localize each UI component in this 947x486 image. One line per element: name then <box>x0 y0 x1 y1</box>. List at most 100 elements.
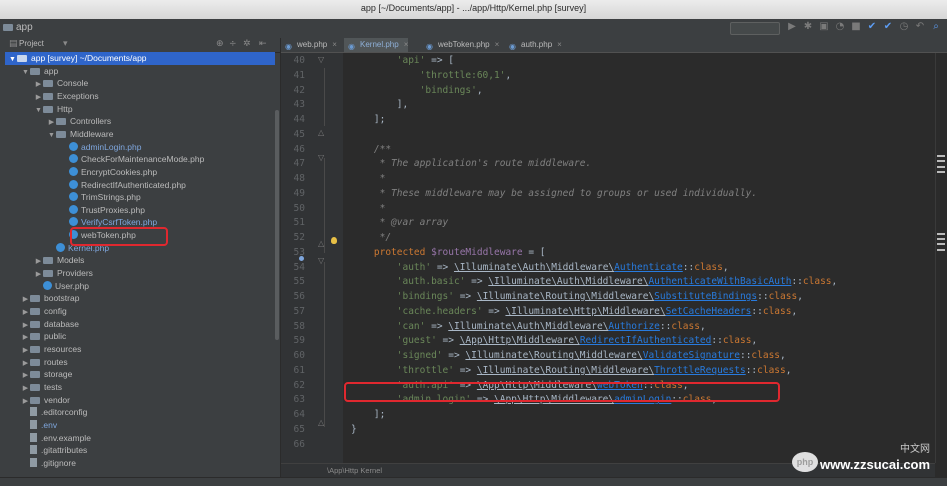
code-line[interactable]: 'cache.headers' => \Illuminate\Http\Midd… <box>351 305 797 320</box>
fold-marker-icon[interactable]: △ <box>318 418 324 427</box>
hide-icon[interactable]: ⇤ <box>259 39 267 49</box>
nav-crumb-app[interactable]: app <box>3 22 33 33</box>
gear-icon[interactable]: ✲ <box>243 39 251 49</box>
run-icon[interactable]: ▶ <box>786 21 798 33</box>
tree-item[interactable]: ▶ vendor <box>5 394 275 407</box>
revert-icon[interactable]: ↶ <box>914 21 926 33</box>
code-line[interactable]: 'bindings', <box>351 84 483 99</box>
override-marker-icon[interactable] <box>299 256 304 261</box>
close-icon[interactable]: × <box>495 40 500 49</box>
sidebar-scrollbar[interactable] <box>275 110 279 340</box>
tree-item[interactable]: ▼ Http <box>5 103 275 116</box>
fold-marker-icon[interactable]: ▽ <box>318 153 324 162</box>
tree-item[interactable]: ▶ public <box>5 330 275 343</box>
tree-item[interactable]: ▶ bootstrap <box>5 292 275 305</box>
stripe-mark[interactable] <box>937 238 945 240</box>
tree-item[interactable]: .env <box>5 419 275 432</box>
close-icon[interactable]: × <box>332 40 337 49</box>
stripe-mark[interactable] <box>937 166 945 168</box>
stripe-mark[interactable] <box>937 233 945 235</box>
intention-bulb-icon[interactable] <box>331 237 337 244</box>
profile-icon[interactable]: ◔ <box>834 21 846 33</box>
tree-item[interactable]: ▶ Console <box>5 77 275 90</box>
tab-kernel[interactable]: ◉ Kernel.php × <box>344 38 409 52</box>
tree-item[interactable]: .env.example <box>5 432 275 445</box>
tree-item[interactable]: User.php <box>5 280 275 293</box>
fold-marker-icon[interactable]: ▽ <box>318 256 324 265</box>
tree-item[interactable]: ▶ resources <box>5 343 275 356</box>
code-line[interactable]: */ <box>351 231 391 246</box>
tree-item[interactable]: TrustProxies.php <box>5 204 275 217</box>
tree-item[interactable]: adminLogin.php <box>5 141 275 154</box>
stripe-mark[interactable] <box>937 160 945 162</box>
tab-webtoken[interactable]: ◉ webToken.php × <box>422 38 499 52</box>
tree-item[interactable]: .editorconfig <box>5 406 275 419</box>
code-line[interactable]: ], <box>351 98 408 113</box>
stripe-mark[interactable] <box>937 249 945 251</box>
close-icon[interactable]: × <box>557 40 562 49</box>
vcs-commit-icon[interactable]: ✔ <box>882 21 894 33</box>
stop-icon[interactable]: ■ <box>850 21 862 33</box>
stripe-mark[interactable] <box>937 171 945 173</box>
tab-web[interactable]: ◉ web.php × <box>281 38 337 52</box>
search-everywhere-icon[interactable]: ⌕ <box>930 21 942 33</box>
tree-item[interactable]: ▶ Controllers <box>5 115 275 128</box>
code-line[interactable]: * The application's route middleware. <box>351 157 592 172</box>
code-line[interactable]: 'throttle:60,1', <box>351 69 512 84</box>
code-line[interactable]: 'throttle' => \Illuminate\Routing\Middle… <box>351 364 792 379</box>
tree-item[interactable]: ▶ database <box>5 318 275 331</box>
fold-marker-icon[interactable]: △ <box>318 239 324 248</box>
tree-item[interactable]: ▶ Providers <box>5 267 275 280</box>
run-configuration-select[interactable] <box>730 22 780 35</box>
collapse-icon[interactable]: ÷ <box>229 39 237 49</box>
fold-marker-icon[interactable]: ▽ <box>318 55 324 64</box>
coverage-icon[interactable]: ▣ <box>818 21 830 33</box>
code-line[interactable]: * These middleware may be assigned to gr… <box>351 187 758 202</box>
code-line[interactable]: } <box>351 423 357 438</box>
code-line[interactable]: * <box>351 202 386 217</box>
tree-item[interactable]: ▶ storage <box>5 368 275 381</box>
chevron-down-icon[interactable]: ▾ <box>63 39 68 49</box>
tree-item[interactable]: ▶ Models <box>5 254 275 267</box>
code-line[interactable]: 'auth.basic' => \Illuminate\Auth\Middlew… <box>351 275 837 290</box>
tree-item[interactable]: ▶ config <box>5 305 275 318</box>
tab-auth[interactable]: ◉ auth.php × <box>505 38 562 52</box>
breadcrumb-path[interactable]: \App\Http Kernel <box>327 466 382 475</box>
tree-item[interactable]: ▼ app <box>5 65 275 78</box>
code-line[interactable]: 'bindings' => \Illuminate\Routing\Middle… <box>351 290 803 305</box>
tree-item[interactable]: ▼ app [survey] ~/Documents/app <box>5 52 275 65</box>
tree-item[interactable]: ▶ routes <box>5 356 275 369</box>
stripe-mark[interactable] <box>937 243 945 245</box>
tree-item[interactable]: .gitattributes <box>5 444 275 457</box>
code-line[interactable]: 'api' => [ <box>351 54 454 69</box>
project-panel-title[interactable]: Project <box>19 39 44 48</box>
debug-icon[interactable]: ✱ <box>802 21 814 33</box>
code-line[interactable]: ]; <box>351 408 385 423</box>
tree-item[interactable]: CheckForMaintenanceMode.php <box>5 153 275 166</box>
stripe-mark[interactable] <box>937 155 945 157</box>
fold-marker-icon[interactable]: △ <box>318 128 324 137</box>
close-icon[interactable]: × <box>404 40 409 49</box>
code-line[interactable]: 'auth' => \Illuminate\Auth\Middleware\Au… <box>351 261 729 276</box>
code-line[interactable]: * @var array <box>351 216 449 231</box>
code-line[interactable]: 'signed' => \Illuminate\Routing\Middlewa… <box>351 349 786 364</box>
tree-item[interactable]: EncryptCookies.php <box>5 166 275 179</box>
code-line[interactable]: /** <box>351 143 391 158</box>
code-line[interactable]: protected $routeMiddleware = [ <box>351 246 546 261</box>
history-icon[interactable]: ◷ <box>898 21 910 33</box>
tree-item[interactable]: .gitignore <box>5 457 275 470</box>
error-stripe[interactable] <box>935 53 947 463</box>
tree-item[interactable]: ▶ Exceptions <box>5 90 275 103</box>
code-line[interactable]: * <box>351 172 386 187</box>
code-line[interactable]: ]; <box>351 113 385 128</box>
tree-item[interactable]: RedirectIfAuthenticated.php <box>5 179 275 192</box>
code-line[interactable]: 'can' => \Illuminate\Auth\Middleware\Aut… <box>351 320 706 335</box>
project-panel-header: ▤ Project ▾ ⊕ ÷ ✲ ⇤ <box>5 38 280 53</box>
code-line[interactable]: 'guest' => \App\Http\Middleware\Redirect… <box>351 334 757 349</box>
tree-item[interactable]: TrimStrings.php <box>5 191 275 204</box>
project-view-icon: ▤ <box>9 39 18 49</box>
tree-item[interactable]: ▶ tests <box>5 381 275 394</box>
sync-icon[interactable]: ⊕ <box>216 39 224 49</box>
tree-item[interactable]: ▼ Middleware <box>5 128 275 141</box>
vcs-update-icon[interactable]: ✔ <box>866 21 878 33</box>
